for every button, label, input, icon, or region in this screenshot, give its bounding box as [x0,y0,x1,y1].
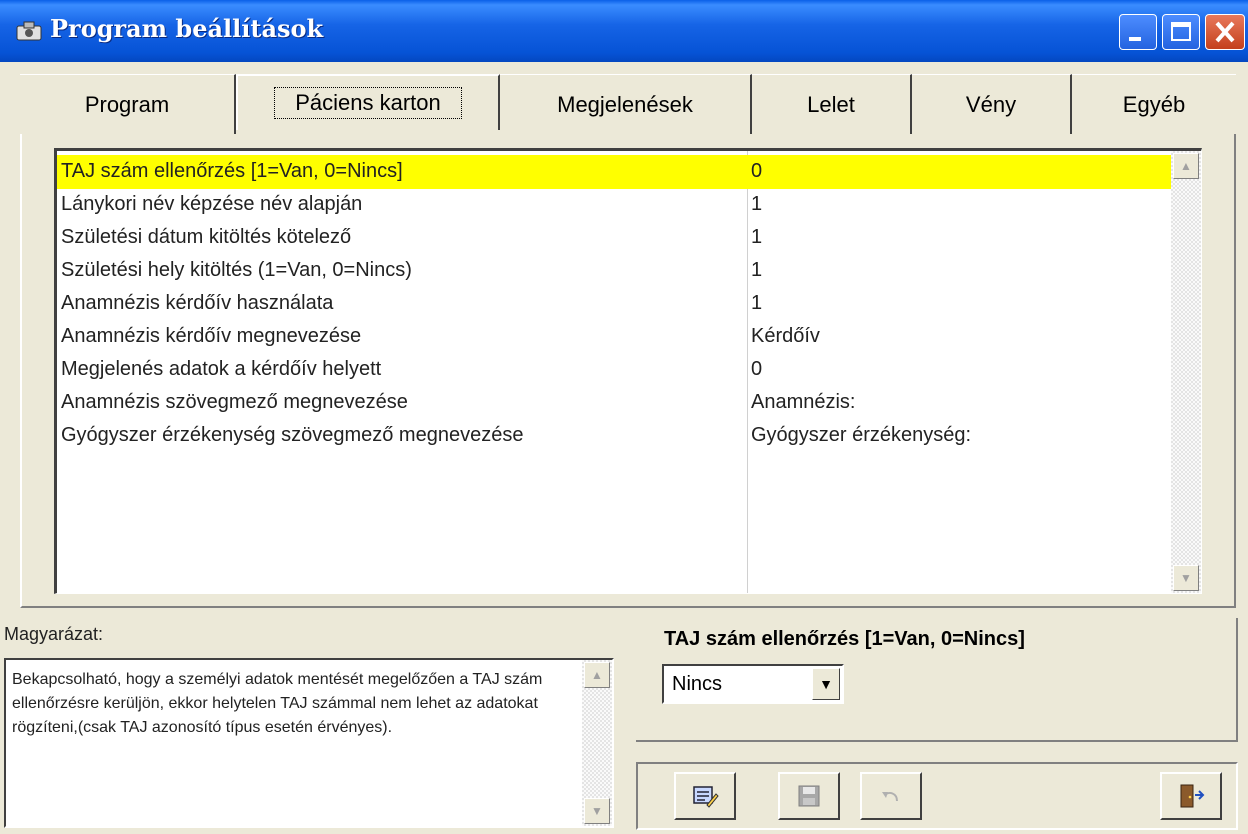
setting-value: 0 [751,358,763,380]
arrow-down-icon: ▼ [1180,571,1192,585]
chevron-down-icon: ▼ [819,676,833,692]
setting-value: 1 [751,292,763,314]
save-icon [798,785,820,807]
settings-row[interactable]: Születési hely kitöltés (1=Van, 0=Nincs)… [57,254,1172,288]
settings-row[interactable]: Anamnézis kérdőív használata 1 [57,287,1172,321]
tab-megjelenesek[interactable]: Megjelenések [500,74,752,134]
exit-door-icon [1180,784,1205,808]
tab-label: Lelet [807,91,855,117]
dropdown-value: Nincs [672,673,723,695]
edit-button[interactable] [674,772,736,820]
settings-row[interactable]: Gyógyszer érzékenység szövegmező megneve… [57,419,1172,453]
dropdown-button[interactable]: ▼ [812,668,840,700]
tab-label: Egyéb [1122,91,1186,117]
scroll-up-button[interactable]: ▲ [1173,153,1199,179]
settings-row[interactable]: Megjelenés adatok a kérdőív helyett 0 [57,353,1172,387]
setting-value: 1 [751,226,763,248]
arrow-up-icon: ▲ [1180,159,1192,173]
scroll-down-button[interactable]: ▼ [1173,565,1199,591]
tab-label: Megjelenések [557,91,693,117]
undo-icon [882,792,898,802]
tab-paciens-karton[interactable]: Páciens karton [236,74,500,130]
tab-label: Páciens karton [274,87,462,119]
settings-row[interactable]: Anamnézis kérdőív megnevezése Kérdőív [57,320,1172,354]
action-toolbar [636,762,1238,830]
save-button[interactable] [778,772,840,820]
settings-grid[interactable]: TAJ szám ellenőrzés [1=Van, 0=Nincs] 0 L… [54,148,1202,594]
setting-key: Megjelenés adatok a kérdőív helyett [61,358,382,380]
maximize-button[interactable] [1162,14,1200,50]
tab-label: Vény [965,91,1017,117]
explanation-scrollbar[interactable]: ▲ ▼ [582,660,612,826]
setting-key: Gyógyszer érzékenység szövegmező megneve… [61,424,524,446]
settings-row[interactable]: Lánykori név képzése név alapján 1 [57,188,1172,222]
setting-value: Anamnézis: [751,391,856,413]
undo-button[interactable] [860,772,922,820]
setting-value: 1 [751,259,763,281]
title-bar[interactable]: Program beállítások [0,0,1248,62]
arrow-down-icon: ▼ [591,804,603,818]
setting-key: TAJ szám ellenőrzés [1=Van, 0=Nincs] [61,160,403,182]
explanation-text: Bekapcsolható, hogy a személyi adatok me… [12,671,543,736]
exit-button[interactable] [1160,772,1222,820]
minimize-button[interactable] [1119,14,1157,50]
arrow-up-icon: ▲ [591,668,603,682]
scroll-up-button[interactable]: ▲ [584,662,610,688]
settings-row[interactable]: Anamnézis szövegmező megnevezése Anamnéz… [57,386,1172,420]
close-icon [1215,21,1235,43]
setting-key: Anamnézis kérdőív megnevezése [61,325,362,347]
setting-value: Gyógyszer érzékenység: [751,424,972,446]
tab-strip: Program Páciens karton Megjelenések Lele… [20,74,1236,134]
close-button[interactable] [1205,14,1245,50]
window-title: Program beállítások [50,14,324,43]
setting-value: Kérdőív [751,325,820,347]
app-icon [16,21,42,41]
edit-icon [693,786,719,808]
tab-label: Program [84,91,170,117]
tab-lelet[interactable]: Lelet [752,74,912,134]
setting-key: Születési hely kitöltés (1=Van, 0=Nincs) [61,259,412,281]
setting-value: 0 [751,160,763,182]
tab-egyeb[interactable]: Egyéb [1072,74,1236,134]
tab-veny[interactable]: Vény [912,74,1072,134]
setting-key: Anamnézis szövegmező megnevezése [61,391,408,413]
setting-key: Születési dátum kitöltés kötelező [61,226,352,248]
scroll-down-button[interactable]: ▼ [584,798,610,824]
value-dropdown[interactable]: Nincs ▼ [662,664,844,704]
settings-window: Program beállítások Program Páciens kart… [0,0,1248,834]
property-title: TAJ szám ellenőrzés [1=Van, 0=Nincs] [664,628,1025,650]
minimize-icon [1129,37,1141,41]
grid-scrollbar[interactable]: ▲ ▼ [1171,151,1201,593]
setting-value: 1 [751,193,763,215]
setting-key: Lánykori név képzése név alapján [61,193,363,215]
tab-program[interactable]: Program [20,74,236,134]
setting-key: Anamnézis kérdőív használata [61,292,334,314]
explanation-label: Magyarázat: [4,624,104,644]
property-panel: TAJ szám ellenőrzés [1=Van, 0=Nincs] Nin… [636,618,1238,742]
settings-row[interactable]: Születési dátum kitöltés kötelező 1 [57,221,1172,255]
maximize-icon [1171,22,1191,41]
explanation-textbox[interactable]: Bekapcsolható, hogy a személyi adatok me… [4,658,614,828]
settings-row[interactable]: TAJ szám ellenőrzés [1=Van, 0=Nincs] 0 [57,155,1172,189]
